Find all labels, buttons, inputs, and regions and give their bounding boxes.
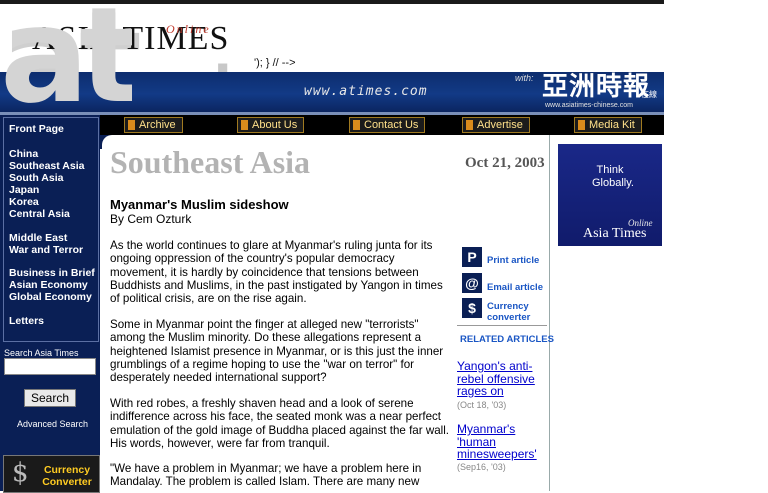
ad-brand: Asia Times bbox=[583, 226, 647, 241]
search-button[interactable]: Search bbox=[24, 389, 76, 407]
chinese-online-tag: 在線 bbox=[641, 90, 657, 99]
related-divider bbox=[457, 325, 547, 326]
nav-advertise[interactable]: Advertise bbox=[462, 117, 530, 133]
sidebar-item-central-asia[interactable]: Central Asia bbox=[9, 208, 70, 220]
sidebar-item-front-page[interactable]: Front Page bbox=[9, 123, 64, 135]
chinese-site-logo[interactable]: 亞洲時報 bbox=[542, 74, 650, 100]
related-articles-title: RELATED ARTICLES bbox=[460, 334, 554, 345]
nav-media-kit[interactable]: Media Kit bbox=[574, 117, 642, 133]
related-article-link[interactable]: Myanmar's 'human minesweepers' bbox=[457, 423, 547, 461]
email-icon[interactable]: @ bbox=[462, 273, 482, 293]
sidebar-item-asian-economy[interactable]: Asian Economy bbox=[9, 279, 88, 291]
sidebar-item-china[interactable]: China bbox=[9, 148, 38, 160]
advanced-search-link[interactable]: Advanced Search bbox=[17, 419, 88, 429]
with-label: with: bbox=[515, 73, 534, 83]
nav-contact-us[interactable]: Contact Us bbox=[349, 117, 426, 133]
sidebar-item-war-and-terror[interactable]: War and Terror bbox=[9, 244, 83, 256]
column-divider bbox=[549, 135, 550, 491]
ad-tagline: Think Globally. bbox=[592, 164, 634, 189]
article-headline: Myanmar's Muslim sideshow bbox=[110, 197, 289, 212]
sidebar-item-middle-east[interactable]: Middle East bbox=[9, 232, 67, 244]
article-paragraph: Some in Myanmar point the finger at alle… bbox=[110, 318, 444, 385]
site-url[interactable]: www.atimes.com bbox=[304, 84, 428, 99]
related-article-date: (Oct 18, '03) bbox=[457, 400, 507, 410]
article-paragraph: With red robes, a freshly shaven head an… bbox=[110, 397, 450, 450]
search-input[interactable] bbox=[4, 358, 96, 375]
print-icon[interactable]: P bbox=[462, 247, 482, 267]
currency-icon[interactable]: $ bbox=[462, 298, 482, 318]
section-title: Southeast Asia bbox=[110, 144, 311, 180]
article-paragraph: As the world continues to glare at Myanm… bbox=[110, 239, 443, 306]
chinese-site-url[interactable]: www.asiatimes-chinese.com bbox=[545, 102, 633, 109]
logo-online-tag: Online bbox=[166, 22, 211, 36]
dollar-icon: $ bbox=[12, 458, 29, 488]
article-date: Oct 21, 2003 bbox=[465, 155, 545, 171]
banner-logo-at: at bbox=[0, 0, 133, 112]
related-article-date: (Sep16, '03) bbox=[457, 462, 506, 472]
search-label: Search Asia Times bbox=[4, 348, 79, 358]
nav-archive[interactable]: Archive bbox=[124, 117, 183, 133]
email-article-link[interactable]: Email article bbox=[487, 282, 543, 293]
currency-converter-link[interactable]: Currency Converter bbox=[41, 464, 93, 488]
related-article-link[interactable]: Yangon's anti-rebel offensive rages on bbox=[457, 360, 547, 398]
script-leak-text: '); } // --> bbox=[254, 57, 296, 69]
article-paragraph: "We have a problem in Myanmar; we have a… bbox=[110, 462, 422, 489]
sidebar-item-letters[interactable]: Letters bbox=[9, 315, 44, 327]
sidebar-item-business-in-brief[interactable]: Business in Brief bbox=[9, 267, 95, 279]
page-margin bbox=[664, 0, 768, 491]
sidebar-item-japan[interactable]: Japan bbox=[9, 184, 39, 196]
print-article-link[interactable]: Print article bbox=[487, 255, 539, 266]
nav-about-us[interactable]: About Us bbox=[237, 117, 305, 133]
article-byline: By Cem Ozturk bbox=[110, 212, 192, 226]
currency-converter-link[interactable]: Currency converter bbox=[487, 301, 537, 323]
sidebar-item-south-asia[interactable]: South Asia bbox=[9, 172, 63, 184]
sidebar-item-korea[interactable]: Korea bbox=[9, 196, 39, 208]
sidebar-item-southeast-asia[interactable]: Southeast Asia bbox=[9, 160, 84, 172]
sidebar-item-global-economy[interactable]: Global Economy bbox=[9, 291, 92, 303]
